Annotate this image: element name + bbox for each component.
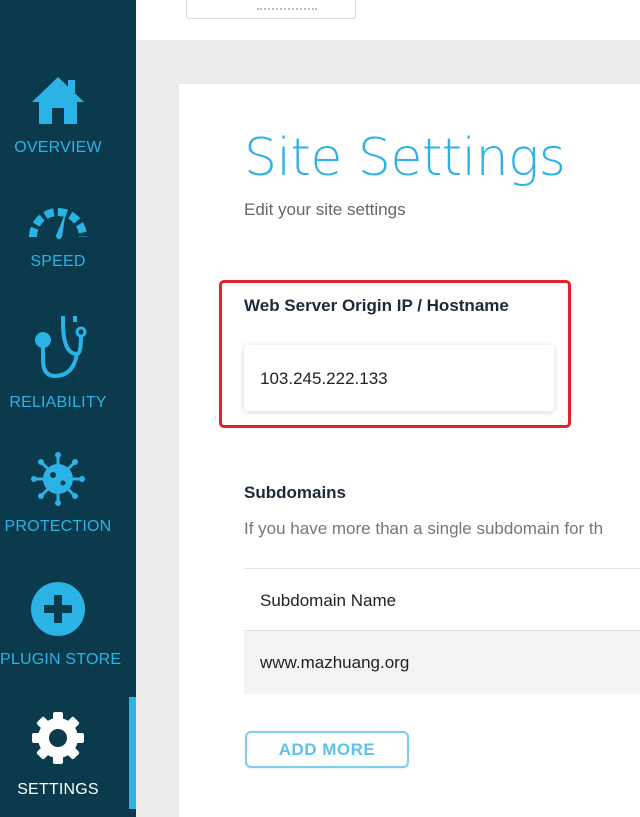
home-icon	[32, 77, 84, 124]
origin-ip-input[interactable]: 103.245.222.133	[244, 345, 554, 411]
site-selector-text	[257, 2, 317, 10]
sidebar-item-reliability[interactable]: RELIABILITY	[0, 312, 116, 412]
virus-icon	[31, 452, 85, 506]
speedometer-icon	[29, 208, 87, 239]
settings-card	[179, 84, 640, 817]
stethoscope-icon	[35, 316, 87, 379]
subdomains-description: If you have more than a single subdomain…	[244, 519, 604, 538]
sidebar-item-speed[interactable]: SPEED	[0, 203, 116, 271]
subdomains-heading: Subdomains	[244, 483, 347, 502]
sidebar-item-protection[interactable]: PROTECTION	[0, 452, 116, 536]
table-header-subdomain-name: Subdomain Name	[244, 568, 640, 631]
page-subtitle: Edit your site settings	[244, 200, 406, 219]
subdomains-table: Subdomain Name www.mazhuang.org	[244, 568, 640, 694]
sidebar-item-label: SPEED	[30, 253, 86, 270]
sidebar-item-label: OVERVIEW	[14, 139, 102, 156]
plus-circle-icon	[31, 582, 85, 636]
sidebar: OVERVIEW SPEED RELIABILITY PROTECTION PL…	[0, 0, 136, 817]
active-indicator	[129, 697, 136, 809]
sidebar-item-overview[interactable]: OVERVIEW	[0, 74, 116, 157]
sidebar-item-label: RELIABILITY	[9, 394, 107, 411]
sidebar-item-label: PLUGIN STORE	[0, 651, 122, 668]
add-more-button[interactable]: ADD MORE	[245, 731, 409, 768]
gear-icon	[32, 712, 84, 764]
sidebar-item-settings[interactable]: SETTINGS	[0, 710, 116, 799]
site-selector[interactable]	[186, 0, 356, 19]
sidebar-item-label: PROTECTION	[4, 518, 112, 535]
origin-label: Web Server Origin IP / Hostname	[244, 296, 509, 315]
sidebar-item-plugin-store[interactable]: PLUGIN STORE	[0, 581, 122, 669]
page-title: Site Settings	[244, 128, 566, 188]
sidebar-item-label: SETTINGS	[17, 781, 99, 798]
table-row[interactable]: www.mazhuang.org	[244, 631, 640, 694]
